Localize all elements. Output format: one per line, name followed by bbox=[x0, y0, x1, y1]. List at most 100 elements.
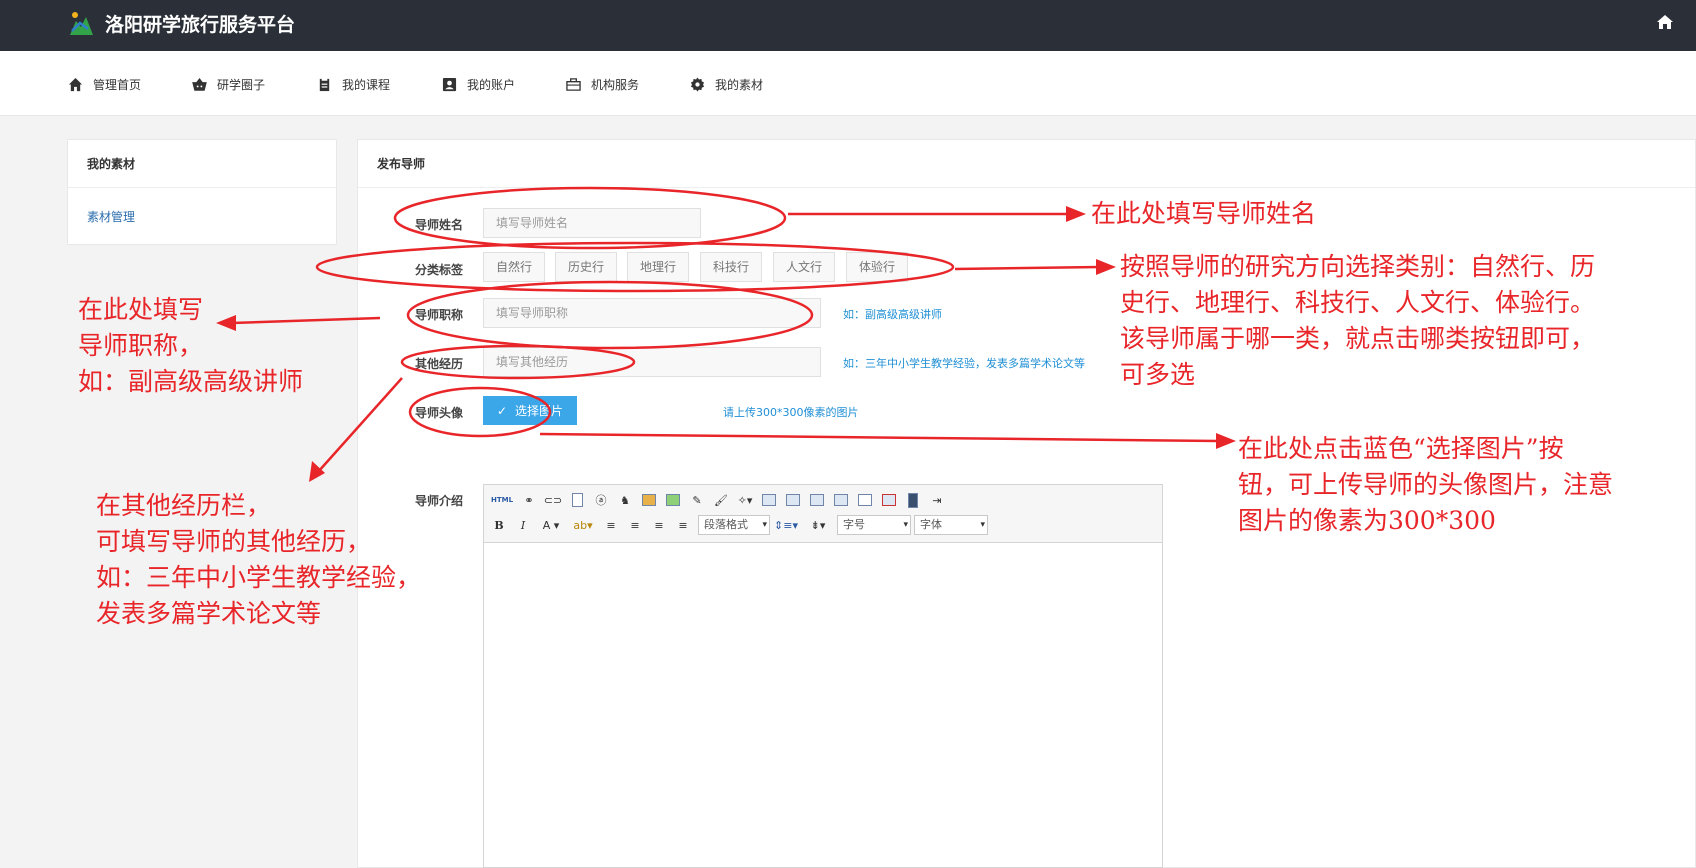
nav-item-label: 我的账户 bbox=[467, 77, 516, 92]
select-image-label: 选择图片 bbox=[515, 404, 564, 418]
top-bar: 洛阳研学旅行服务平台 bbox=[0, 0, 1696, 51]
annotation-category-line3: 该导师属于哪一类，就点击哪类按钮即可， bbox=[1120, 324, 1596, 353]
arrowhead-job-title bbox=[216, 315, 236, 331]
annotation-job-line1: 在此处填写 bbox=[78, 295, 204, 324]
annotation-avatar-line2: 钮，可上传导师的头像图片，注意 bbox=[1238, 470, 1614, 499]
annotation-experience-line4: 发表多篇学术论文等 bbox=[96, 599, 322, 628]
arrowhead-experience bbox=[309, 461, 325, 482]
insert-image-icon[interactable] bbox=[640, 491, 658, 509]
video-icon[interactable] bbox=[904, 491, 922, 509]
align-left-icon[interactable]: ≡ bbox=[602, 516, 620, 534]
avatar-label: 导师头像 bbox=[415, 406, 464, 420]
name-input[interactable] bbox=[483, 208, 701, 238]
nav-item-label: 我的课程 bbox=[342, 77, 391, 92]
align-right-image-icon[interactable] bbox=[784, 491, 802, 509]
annotation-category-line2: 史行、地理行、科技行、人文行、体验行。 bbox=[1120, 288, 1596, 317]
font-size-select[interactable]: 字号 bbox=[837, 515, 911, 535]
main-nav: 管理首页 研学圈子 我的课程 我的账户 机构服务 我的素材 bbox=[0, 51, 1696, 116]
link-icon[interactable]: ⊂⊃ bbox=[544, 491, 562, 509]
align-right-icon[interactable]: ≡ bbox=[674, 516, 692, 534]
new-document-icon[interactable] bbox=[568, 491, 586, 509]
align-left-image-icon[interactable] bbox=[760, 491, 778, 509]
annotation-category-line4: 可多选 bbox=[1120, 360, 1196, 389]
nav-item-label: 机构服务 bbox=[591, 77, 640, 92]
job-title-input[interactable] bbox=[483, 298, 821, 328]
nav-item-courses[interactable]: 我的课程 bbox=[317, 74, 390, 94]
paragraph-format-select[interactable]: 段落格式 bbox=[698, 515, 770, 535]
html-source-icon[interactable]: HTML bbox=[490, 491, 514, 509]
category-button-history[interactable]: 历史行 bbox=[555, 252, 617, 282]
experience-label: 其他经历 bbox=[415, 357, 464, 371]
delete-table-icon[interactable] bbox=[880, 491, 898, 509]
avatar-hint: 请上传300*300像素的图片 bbox=[723, 406, 859, 419]
annotation-avatar-line1: 在此处点击蓝色“选择图片”按 bbox=[1238, 434, 1564, 463]
annotation-name: 在此处填写导师姓名 bbox=[1091, 199, 1317, 228]
nav-item-circle[interactable]: 研学圈子 bbox=[192, 74, 265, 94]
sidebar: 我的素材 素材管理 bbox=[67, 139, 337, 245]
insert-picture-icon[interactable] bbox=[664, 491, 682, 509]
font-color-icon[interactable]: A ▾ bbox=[538, 516, 564, 534]
eraser-icon[interactable]: ✎ bbox=[688, 491, 706, 509]
editor-content-area[interactable] bbox=[484, 543, 1162, 867]
nav-item-label: 研学圈子 bbox=[217, 77, 266, 92]
italic-icon[interactable]: I bbox=[514, 516, 532, 534]
category-button-geography[interactable]: 地理行 bbox=[627, 252, 689, 282]
unlink-icon[interactable]: ⚭ bbox=[520, 491, 538, 509]
page-break-icon[interactable]: ⇥ bbox=[928, 491, 946, 509]
name-label: 导师姓名 bbox=[415, 218, 464, 232]
align-center-icon[interactable]: ≡ bbox=[626, 516, 644, 534]
rich-text-editor: HTML ⚭ ⊂⊃ ⓐ ♞ ✎ 🖌 ✧▾ ⇥ B I A ▾ ab▾ ≡ ≡ ≡… bbox=[483, 484, 1163, 868]
account-icon bbox=[442, 77, 457, 91]
clipboard-icon bbox=[319, 77, 330, 91]
nav-item-label: 管理首页 bbox=[93, 77, 142, 92]
check-icon: ✓ bbox=[496, 403, 508, 418]
format-painter-icon[interactable]: 🖌 bbox=[712, 491, 730, 509]
justify-icon[interactable]: ≡ bbox=[650, 516, 668, 534]
home-icon bbox=[68, 77, 83, 91]
find-icon[interactable]: ♞ bbox=[616, 491, 634, 509]
annotation-experience-line3: 如：三年中小学生教学经验， bbox=[96, 563, 422, 592]
font-family-select[interactable]: 字体 bbox=[914, 515, 988, 535]
basket-icon bbox=[192, 77, 207, 91]
category-button-experience[interactable]: 体验行 bbox=[846, 252, 908, 282]
experience-hint: 如：三年中小学生教学经验，发表多篇学术论文等 bbox=[843, 357, 1085, 370]
sidebar-title: 我的素材 bbox=[68, 140, 336, 188]
category-button-humanities[interactable]: 人文行 bbox=[773, 252, 835, 282]
highlight-icon[interactable]: ab▾ bbox=[570, 516, 596, 534]
center-image-icon[interactable] bbox=[808, 491, 826, 509]
nav-item-services[interactable]: 机构服务 bbox=[566, 74, 639, 94]
home-icon[interactable] bbox=[1656, 13, 1674, 31]
nav-item-home[interactable]: 管理首页 bbox=[68, 74, 141, 94]
nav-item-label: 我的素材 bbox=[715, 77, 764, 92]
annotation-avatar-line3: 图片的像素为300*300 bbox=[1238, 506, 1496, 535]
job-title-label: 导师职称 bbox=[415, 308, 464, 322]
category-label: 分类标签 bbox=[415, 263, 464, 277]
annotation-job-line3: 如：副高级高级讲师 bbox=[78, 367, 304, 396]
annotation-experience-line2: 可填写导师的其他经历， bbox=[96, 527, 372, 556]
annotation-experience-line1: 在其他经历栏， bbox=[96, 491, 272, 520]
experience-input[interactable] bbox=[483, 347, 821, 377]
gear-icon bbox=[690, 76, 705, 92]
category-button-technology[interactable]: 科技行 bbox=[700, 252, 762, 282]
briefcase-icon bbox=[566, 77, 581, 91]
line-height-icon[interactable]: ⇕≡▾ bbox=[773, 516, 799, 534]
intro-label: 导师介绍 bbox=[415, 494, 464, 508]
insert-table-icon[interactable] bbox=[856, 491, 874, 509]
spacing-icon[interactable]: ⇟▾ bbox=[805, 516, 831, 534]
annotation-job-line2: 导师职称， bbox=[78, 331, 204, 360]
sidebar-item-material-management[interactable]: 素材管理 bbox=[68, 208, 336, 225]
magic-wand-icon[interactable]: ✧▾ bbox=[736, 491, 754, 509]
nav-item-account[interactable]: 我的账户 bbox=[442, 74, 515, 94]
editor-toolbar: HTML ⚭ ⊂⊃ ⓐ ♞ ✎ 🖌 ✧▾ ⇥ B I A ▾ ab▾ ≡ ≡ ≡… bbox=[484, 485, 1162, 543]
logo-icon bbox=[70, 12, 93, 35]
app-title: 洛阳研学旅行服务平台 bbox=[105, 14, 296, 36]
page-title: 发布导师 bbox=[358, 140, 1695, 188]
job-title-hint: 如：副高级高级讲师 bbox=[843, 308, 942, 321]
anchor-icon[interactable]: ⓐ bbox=[592, 491, 610, 509]
bold-icon[interactable]: B bbox=[490, 516, 508, 534]
annotation-category-line1: 按照导师的研究方向选择类别：自然行、历 bbox=[1120, 252, 1596, 281]
select-image-button[interactable]: ✓ 选择图片 bbox=[483, 396, 577, 425]
nav-item-materials[interactable]: 我的素材 bbox=[690, 74, 763, 94]
float-image-icon[interactable] bbox=[832, 491, 850, 509]
category-button-nature[interactable]: 自然行 bbox=[483, 252, 545, 282]
